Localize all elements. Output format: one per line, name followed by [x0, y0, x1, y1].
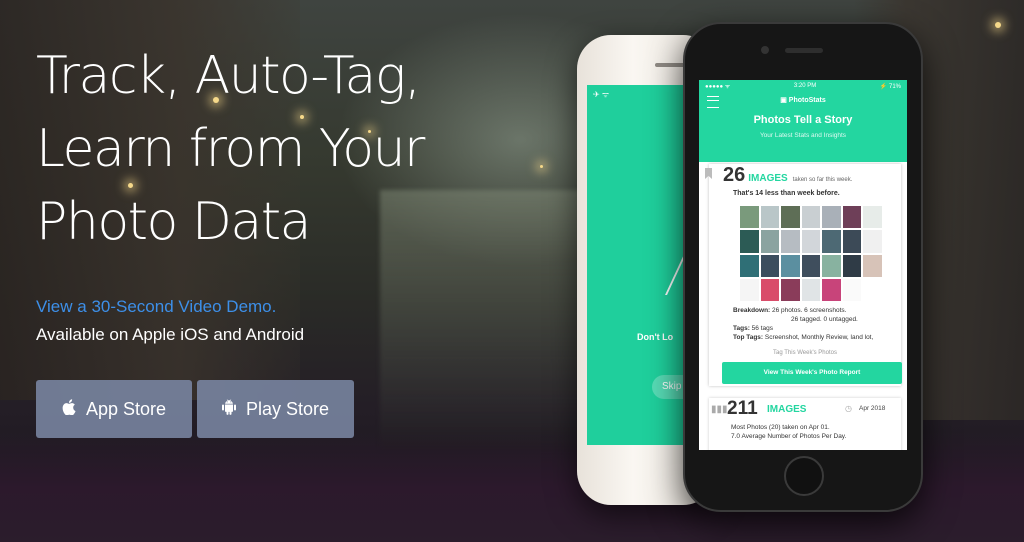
screen-subtitle: Your Latest Stats and Insights — [759, 132, 847, 139]
month-most-photos: Most Photos (20) taken on Apr 01. — [731, 424, 830, 431]
app-bar: ▣ PhotoStats — [699, 92, 907, 110]
availability-text: Available on Apple iOS and Android — [36, 325, 305, 344]
bar-chart-icon: ▮▮▮ — [711, 404, 728, 415]
month-stats-card: ▮▮▮ 211 IMAGES ◷ Apr 2018 Most Photos (2… — [709, 398, 901, 450]
headline: Track, Auto-Tag, Learn from Your Photo D… — [36, 46, 425, 252]
video-demo-link[interactable]: View a 30-Second Video Demo. — [36, 297, 276, 317]
play-store-button[interactable]: Play Store — [197, 380, 354, 438]
android-icon — [221, 399, 236, 419]
status-time: 3:20 PM — [793, 83, 817, 89]
month-average: 7.0 Average Number of Photos Per Day. — [731, 433, 847, 440]
tag-week-link[interactable]: Tag This Week's Photos — [709, 350, 901, 356]
month-image-count: 211 — [727, 398, 758, 419]
photo-thumbnail-grid[interactable] — [740, 206, 882, 301]
front-phone-mockup: ●●●●● ᯤ 3:20 PM ⚡ 71% ▣ PhotoStats Photo… — [683, 22, 923, 512]
home-button — [784, 456, 824, 496]
tags-line: Tags: 56 tags — [733, 325, 773, 332]
play-store-label: Play Store — [245, 398, 330, 419]
app-store-button[interactable]: App Store — [36, 380, 192, 438]
front-phone-screen: ●●●●● ᯤ 3:20 PM ⚡ 71% ▣ PhotoStats Photo… — [699, 80, 907, 450]
week-images-label: IMAGES — [748, 173, 788, 184]
screen-title: Photos Tell a Story — [753, 114, 853, 126]
month-images-label: IMAGES — [767, 404, 807, 415]
month-date: Apr 2018 — [859, 405, 886, 412]
breakdown-line-1: Breakdown: 26 photos. 6 screenshots. — [733, 307, 847, 314]
breakdown-line-2: 26 tagged. 0 untagged. — [791, 316, 858, 323]
app-store-label: App Store — [85, 398, 167, 419]
week-compare-text: That's 14 less than week before. — [733, 190, 840, 197]
apple-icon — [62, 399, 76, 419]
week-count-sub: taken so far this week. — [792, 177, 853, 183]
week-report-button[interactable]: View This Week's Photo Report — [722, 362, 902, 384]
clock-icon: ◷ — [845, 404, 852, 413]
app-brand: ▣ PhotoStats — [780, 97, 826, 104]
week-stats-card: 26 IMAGES taken so far this week. That's… — [705, 164, 902, 386]
top-tags-line: Top Tags: Screenshot, Monthly Review, la… — [733, 334, 874, 341]
back-phone-text: Don't Lo — [637, 332, 674, 342]
bookmark-icon — [705, 168, 712, 179]
status-battery: 71% — [888, 83, 901, 90]
week-image-count: 26 — [723, 164, 746, 186]
status-bar: ●●●●● ᯤ 3:20 PM ⚡ 71% — [699, 80, 907, 92]
